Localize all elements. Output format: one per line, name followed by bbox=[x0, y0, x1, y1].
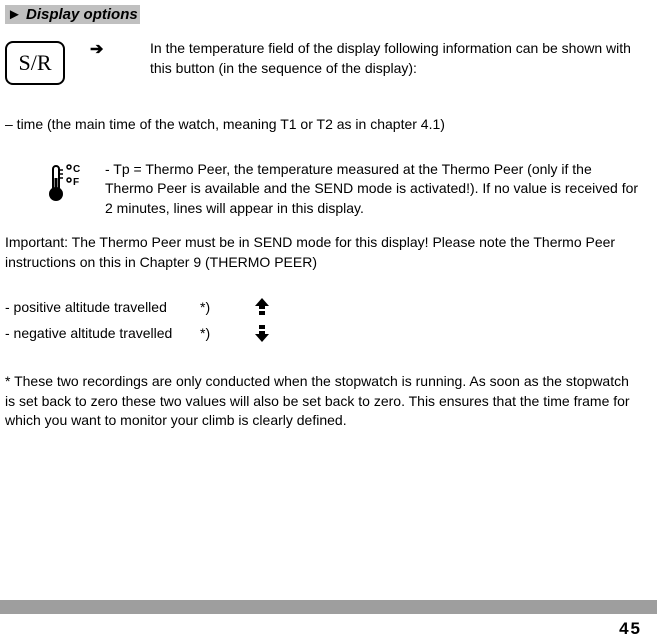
footer-bar bbox=[0, 600, 657, 614]
svg-text:F: F bbox=[73, 177, 79, 188]
thermometer-icon: C F bbox=[40, 160, 90, 205]
section-heading: ► Display options bbox=[5, 5, 140, 24]
tp-description: - Tp = Thermo Peer, the temperature meas… bbox=[105, 160, 639, 219]
down-arrow-icon bbox=[255, 324, 269, 342]
arrow-icon: ➔ bbox=[90, 39, 150, 59]
svg-text:C: C bbox=[73, 164, 80, 175]
time-line-text: – time (the main time of the watch, mean… bbox=[5, 115, 639, 135]
sr-button-label: S/R bbox=[18, 50, 51, 76]
footnote-text: * These two recordings are only conducte… bbox=[5, 372, 639, 431]
button-description: In the temperature field of the display … bbox=[150, 39, 639, 78]
negative-altitude-star: *) bbox=[200, 325, 255, 341]
positive-altitude-star: *) bbox=[200, 299, 255, 315]
page-number: 45 bbox=[619, 619, 642, 639]
up-arrow-icon bbox=[255, 298, 269, 316]
important-note: Important: The Thermo Peer must be in SE… bbox=[5, 233, 639, 272]
positive-altitude-label: - positive altitude travelled bbox=[5, 299, 200, 315]
sr-button-icon: S/R bbox=[5, 41, 65, 85]
negative-altitude-label: - negative altitude travelled bbox=[5, 325, 200, 341]
